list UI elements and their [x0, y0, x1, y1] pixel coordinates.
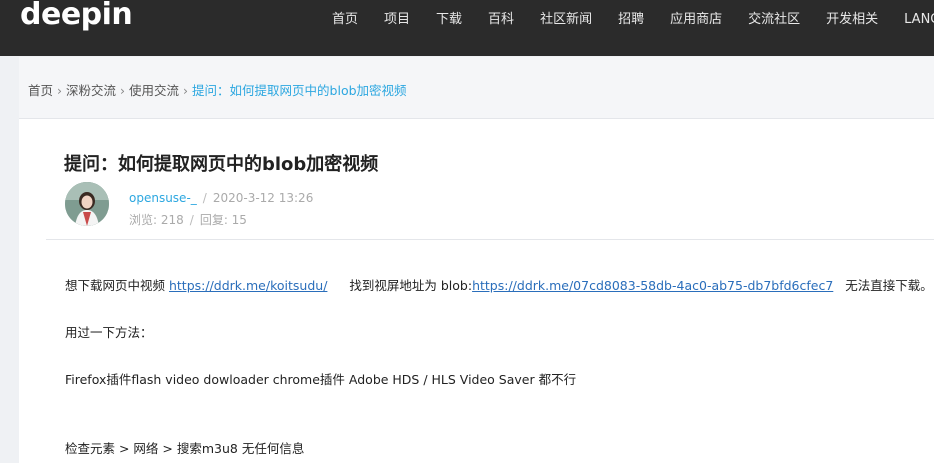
post-author-link[interactable]: opensuse-_: [129, 191, 197, 205]
post-date: 2020-3-12 13:26: [212, 191, 314, 205]
post-text: 找到视屏地址为 blob:: [349, 278, 473, 293]
nav-item-app-store[interactable]: 应用商店: [657, 0, 735, 40]
nav-item-language[interactable]: LANG: [891, 0, 934, 40]
nav-item-wiki[interactable]: 百科: [475, 0, 527, 40]
post-card: 首页 › 深粉交流 › 使用交流 › 提问：如何提取网页中的blob加密视频 提问：如何提取…: [19, 57, 934, 463]
post-paragraph: Firefox插件flash video dowloader chrome插件 …: [65, 372, 577, 387]
deepin-logo[interactable]: deepin: [20, 0, 133, 34]
nav-item-download[interactable]: 下载: [423, 0, 475, 40]
nav-item-news[interactable]: 社区新闻: [527, 0, 605, 40]
breadcrumb: 首页 › 深粉交流 › 使用交流 › 提问：如何提取网页中的blob加密视频: [28, 80, 407, 99]
breadcrumb-current: 提问：如何提取网页中的blob加密视频: [192, 83, 407, 98]
meta-separator: /: [189, 213, 194, 227]
post-text: 想下载网页中视频: [65, 278, 169, 293]
nav-item-projects[interactable]: 项目: [371, 0, 423, 40]
post-text: 无法直接下载。: [845, 278, 933, 293]
meta-separator: /: [202, 191, 207, 205]
post-divider: [46, 239, 934, 240]
breadcrumb-usage[interactable]: 使用交流: [129, 83, 179, 98]
blob-url-link[interactable]: https://ddrk.me/07cd8083-58db-4ac0-ab75-…: [472, 278, 833, 293]
nav-item-developers[interactable]: 开发相关: [813, 0, 891, 40]
main-nav: 首页 项目 下载 百科 社区新闻 招聘 应用商店 交流社区 开发相关 LANG: [319, 0, 934, 40]
breadcrumb-separator: ›: [120, 83, 126, 98]
top-navbar: deepin 首页 项目 下载 百科 社区新闻 招聘 应用商店 交流社区 开发相…: [0, 0, 934, 56]
post-paragraph: 想下载网页中视频 https://ddrk.me/koitsudu/ 找到视屏地…: [65, 275, 933, 294]
reply-count: 回复: 15: [199, 213, 247, 227]
video-page-link[interactable]: https://ddrk.me/koitsudu/: [169, 278, 327, 293]
breadcrumb-separator: ›: [57, 83, 63, 98]
post-paragraph: 用过一下方法：: [65, 325, 153, 340]
breadcrumb-home[interactable]: 首页: [28, 83, 53, 98]
post-paragraph: 检查元素 > 网络 > 搜索m3u8 无任何信息: [65, 441, 305, 456]
nav-item-home[interactable]: 首页: [319, 0, 371, 40]
user-avatar-image: [65, 182, 109, 226]
breadcrumb-bar: 首页 › 深粉交流 › 使用交流 › 提问：如何提取网页中的blob加密视频: [19, 57, 934, 119]
breadcrumb-deepin-fans[interactable]: 深粉交流: [66, 83, 116, 98]
post-title: 提问：如何提取网页中的blob加密视频: [64, 154, 379, 175]
view-count: 浏览: 218: [129, 213, 184, 227]
breadcrumb-separator: ›: [183, 83, 189, 98]
nav-item-forum[interactable]: 交流社区: [735, 0, 813, 40]
nav-item-jobs[interactable]: 招聘: [605, 0, 657, 40]
post-stats: 浏览: 218 / 回复: 15: [129, 211, 247, 228]
avatar[interactable]: [65, 182, 109, 226]
post-meta: opensuse-_ / 2020-3-12 13:26: [129, 191, 313, 205]
